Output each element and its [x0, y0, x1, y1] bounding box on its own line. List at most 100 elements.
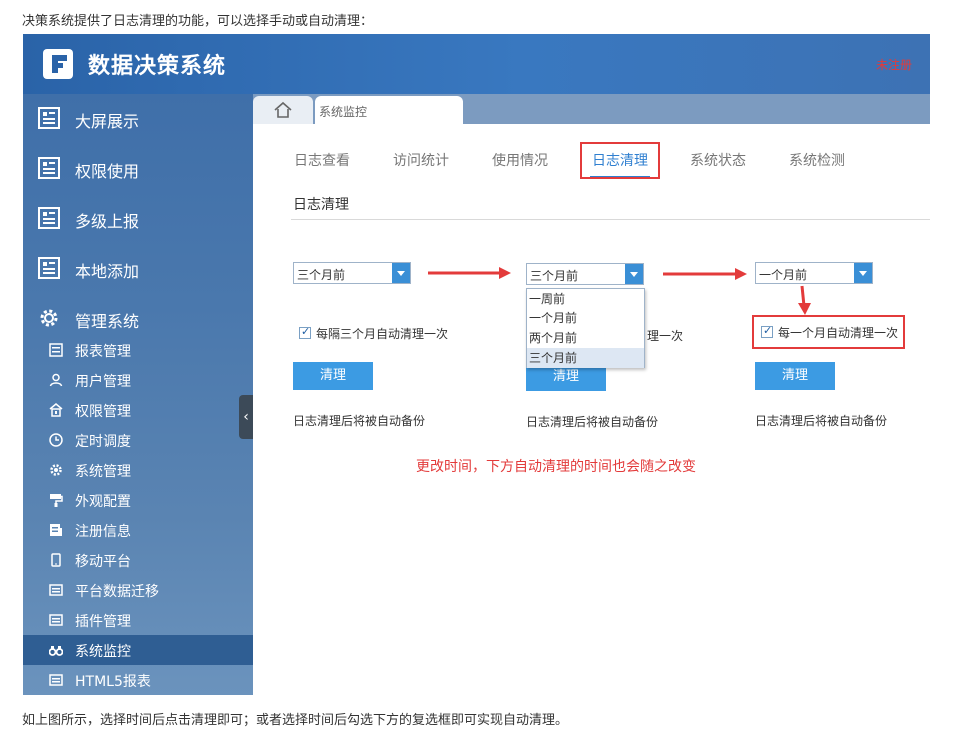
app-window: 数据决策系统 未注册 大屏展示 权限使用 多级上报 本地添加 管理系统 报表管理	[23, 34, 930, 695]
report-icon	[49, 343, 63, 357]
sidebar-item-label: 插件管理	[75, 614, 131, 630]
sidebar-item-label: 报表管理	[75, 344, 131, 360]
select-value: 三个月前	[530, 269, 579, 283]
checkbox-checked-icon[interactable]	[299, 325, 311, 339]
sidebar-item-label: 移动平台	[75, 554, 131, 570]
sidebar-item-mobile-platform[interactable]: 移动平台	[23, 545, 253, 575]
tab-system-check[interactable]: 系统检测	[789, 150, 845, 170]
sidebar-item-big-screen[interactable]: 大屏展示	[23, 94, 253, 144]
backup-note-1: 日志清理后将被自动备份	[293, 414, 426, 428]
sidebar-item-label: 权限使用	[75, 162, 140, 181]
sidebar-item-label: 系统监控	[75, 644, 131, 660]
cleanup-button-3[interactable]: 清理	[755, 362, 835, 390]
backup-note-2: 日志清理后将被自动备份	[526, 415, 659, 429]
cleanup-period-select-1[interactable]: 三个月前	[293, 262, 411, 284]
gear-icon	[40, 309, 58, 327]
section-divider	[291, 219, 930, 220]
section-title: 日志清理	[293, 197, 349, 213]
sidebar-item-label: 管理系统	[75, 312, 140, 331]
dashboard-icon	[38, 157, 60, 179]
dropdown-option[interactable]: 两个月前	[527, 328, 644, 348]
paint-roller-icon	[50, 494, 63, 507]
dropdown-option-selected[interactable]: 三个月前	[527, 348, 644, 368]
unregistered-label[interactable]: 未注册	[876, 56, 912, 73]
dropdown-option[interactable]: 一周前	[527, 289, 644, 309]
home-icon	[274, 101, 292, 118]
caption-bottom: 如上图所示，选择时间后点击清理即可；或者选择时间后勾选下方的复选框即可实现自动清…	[22, 713, 569, 728]
dropdown-option[interactable]: 一个月前	[527, 308, 644, 328]
lock-icon	[49, 403, 63, 417]
plugin-icon	[49, 614, 63, 626]
sidebar-item-report-management[interactable]: 报表管理	[23, 335, 253, 365]
tab-usage[interactable]: 使用情况	[492, 150, 548, 170]
logo-icon	[43, 49, 73, 79]
sidebar-item-label: 本地添加	[75, 262, 140, 281]
arrow-down-icon	[798, 285, 811, 315]
sidebar-item-local-add[interactable]: 本地添加	[23, 244, 253, 294]
register-icon	[50, 524, 62, 536]
sidebar-item-registration[interactable]: 注册信息	[23, 515, 253, 545]
sidebar-item-plugin-management[interactable]: 插件管理	[23, 605, 253, 635]
sidebar-item-permission-use[interactable]: 权限使用	[23, 144, 253, 194]
caption-top: 决策系统提供了日志清理的功能，可以选择手动或自动清理：	[22, 14, 374, 29]
annotation-note: 更改时间，下方自动清理的时间也会随之改变	[416, 459, 696, 475]
cleanup-period-select-2[interactable]: 三个月前	[526, 263, 644, 285]
sidebar-item-label: 注册信息	[75, 524, 131, 540]
sidebar-item-label: 系统管理	[75, 464, 131, 480]
checkbox-label: 每隔三个月自动清理一次	[316, 327, 449, 341]
highlight-box-checkbox	[752, 315, 905, 349]
mobile-icon	[51, 553, 61, 567]
auto-cleanup-checkbox-1[interactable]: 每隔三个月自动清理一次	[299, 325, 479, 343]
tab-access-stats[interactable]: 访问统计	[393, 150, 449, 170]
sidebar-item-label: 用户管理	[75, 374, 131, 390]
sidebar: 大屏展示 权限使用 多级上报 本地添加 管理系统 报表管理 用户管理 权限管理 …	[23, 94, 253, 695]
tab-strip: 系统监控	[253, 94, 930, 124]
dashboard-icon	[38, 207, 60, 229]
backup-note-3: 日志清理后将被自动备份	[755, 414, 888, 428]
home-tab[interactable]	[253, 96, 313, 124]
sidebar-item-user-management[interactable]: 用户管理	[23, 365, 253, 395]
dashboard-icon	[38, 107, 60, 129]
sidebar-item-label: 多级上报	[75, 212, 140, 231]
sidebar-item-html5-report[interactable]: HTML5报表	[23, 665, 253, 695]
sidebar-item-multi-report[interactable]: 多级上报	[23, 194, 253, 244]
html5-icon	[49, 674, 63, 686]
sidebar-item-data-migration[interactable]: 平台数据迁移	[23, 575, 253, 605]
cleanup-period-dropdown: 一周前 一个月前 两个月前 三个月前	[526, 288, 645, 368]
sidebar-item-label: HTML5报表	[75, 674, 151, 690]
arrow-right-icon	[428, 267, 511, 279]
tab-system-monitor[interactable]: 系统监控	[315, 96, 463, 124]
tab-log-view[interactable]: 日志查看	[294, 150, 350, 170]
top-bar: 数据决策系统 未注册	[23, 34, 930, 94]
cleanup-period-select-3[interactable]: 一个月前	[755, 262, 873, 284]
sub-navigation: 日志查看 访问统计 使用情况 日志清理 系统状态 系统检测	[253, 124, 930, 194]
user-icon	[49, 373, 63, 387]
select-value: 一个月前	[759, 268, 808, 282]
sidebar-item-system-monitor[interactable]: 系统监控	[23, 635, 253, 665]
sidebar-item-label: 定时调度	[75, 434, 131, 450]
sidebar-item-system-management[interactable]: 系统管理	[23, 455, 253, 485]
chevron-down-icon[interactable]	[854, 263, 872, 283]
chevron-down-icon[interactable]	[392, 263, 410, 283]
sidebar-item-permission-management[interactable]: 权限管理	[23, 395, 253, 425]
cleanup-button-1[interactable]: 清理	[293, 362, 373, 390]
tab-system-status[interactable]: 系统状态	[690, 150, 746, 170]
sidebar-item-appearance[interactable]: 外观配置	[23, 485, 253, 515]
highlight-box-tab	[580, 142, 660, 179]
sidebar-item-label: 平台数据迁移	[75, 584, 159, 600]
checkbox-label-partial: 理一次	[647, 329, 684, 343]
binoculars-icon	[49, 646, 63, 656]
gear-icon	[50, 464, 62, 476]
sidebar-collapse-handle[interactable]: ‹	[239, 395, 253, 439]
sidebar-item-scheduler[interactable]: 定时调度	[23, 425, 253, 455]
tab-label: 系统监控	[319, 105, 368, 119]
chevron-down-icon[interactable]	[625, 264, 643, 284]
clock-icon	[49, 433, 63, 447]
migrate-icon	[49, 584, 63, 596]
arrow-right-icon	[663, 268, 747, 280]
sidebar-item-label: 大屏展示	[75, 112, 140, 131]
sidebar-item-label: 权限管理	[75, 404, 131, 420]
select-value: 三个月前	[297, 268, 346, 282]
sidebar-item-label: 外观配置	[75, 494, 131, 510]
app-title: 数据决策系统	[88, 54, 227, 79]
